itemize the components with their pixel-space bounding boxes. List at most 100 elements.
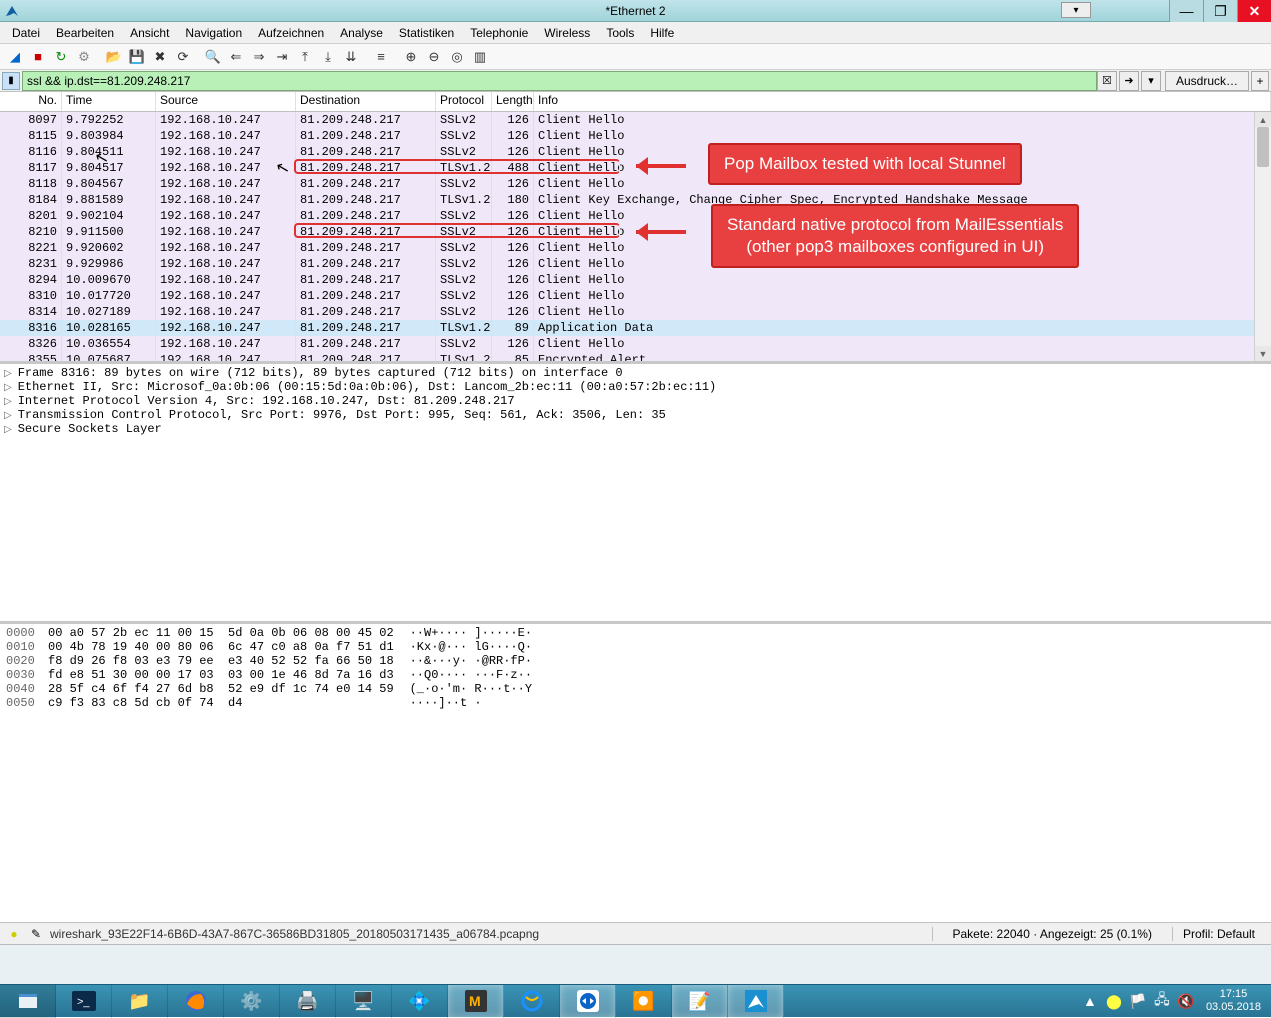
stop-capture-icon[interactable]: ■ — [27, 46, 49, 68]
menu-tools[interactable]: Tools — [598, 24, 642, 42]
menu-wireless[interactable]: Wireless — [536, 24, 598, 42]
packet-list-header[interactable]: No. Time Source Destination Protocol Len… — [0, 92, 1271, 112]
zoom-in-icon[interactable]: ⊕ — [400, 46, 422, 68]
column-header-destination[interactable]: Destination — [296, 92, 436, 111]
menu-telephonie[interactable]: Telephonie — [462, 24, 536, 42]
scroll-thumb[interactable] — [1257, 127, 1269, 167]
go-to-packet-icon[interactable]: ⇥ — [271, 46, 293, 68]
details-tree-item[interactable]: Transmission Control Protocol, Src Port:… — [4, 408, 1267, 422]
menu-navigation[interactable]: Navigation — [177, 24, 250, 42]
open-file-icon[interactable]: 📂 — [103, 46, 125, 68]
packet-row[interactable]: 82019.902104192.168.10.24781.209.248.217… — [0, 208, 1271, 224]
packet-row[interactable]: 831010.017720192.168.10.24781.209.248.21… — [0, 288, 1271, 304]
taskbar-app-4[interactable]: 💠 — [392, 985, 448, 1018]
bookmark-filter-icon[interactable]: ▮ — [2, 72, 20, 90]
taskbar-wireshark[interactable] — [728, 985, 784, 1018]
menu-analyse[interactable]: Analyse — [332, 24, 391, 42]
packet-row[interactable]: 835510.075687192.168.10.24781.209.248.21… — [0, 352, 1271, 364]
add-filter-button[interactable]: + — [1251, 71, 1269, 91]
menu-ansicht[interactable]: Ansicht — [122, 24, 177, 42]
tray-flag-icon[interactable]: 🏳️ — [1128, 991, 1148, 1011]
restart-capture-icon[interactable]: ↻ — [50, 46, 72, 68]
column-header-no[interactable]: No. — [0, 92, 62, 111]
menu-hilfe[interactable]: Hilfe — [642, 24, 682, 42]
hex-row[interactable]: 004028 5f c4 6f f4 27 6d b8 52 e9 df 1c … — [6, 682, 1265, 696]
expert-info-icon[interactable]: ✎ — [28, 926, 44, 942]
go-first-icon[interactable]: ⤒ — [294, 46, 316, 68]
column-header-time[interactable]: Time — [62, 92, 156, 111]
taskbar-app-2[interactable]: 🖨️ — [280, 985, 336, 1018]
menu-statistiken[interactable]: Statistiken — [391, 24, 462, 42]
details-tree-item[interactable]: Secure Sockets Layer — [4, 422, 1267, 436]
packet-row[interactable]: 82219.920602192.168.10.24781.209.248.217… — [0, 240, 1271, 256]
tray-clock[interactable]: 17:15 03.05.2018 — [1198, 988, 1269, 1014]
menu-datei[interactable]: Datei — [4, 24, 48, 42]
menu-aufzeichnen[interactable]: Aufzeichnen — [250, 24, 332, 42]
hex-row[interactable]: 000000 a0 57 2b ec 11 00 15 5d 0a 0b 06 … — [6, 626, 1265, 640]
hex-row[interactable]: 0020f8 d9 26 f8 03 e3 79 ee e3 40 52 52 … — [6, 654, 1265, 668]
column-header-info[interactable]: Info — [534, 92, 1271, 111]
zoom-reset-icon[interactable]: ◎ — [446, 46, 468, 68]
clear-filter-icon[interactable]: ☒ — [1097, 71, 1117, 91]
taskbar-teamviewer[interactable] — [560, 985, 616, 1018]
filter-history-icon[interactable]: ▾ — [1141, 71, 1161, 91]
save-file-icon[interactable]: 💾 — [126, 46, 148, 68]
packet-row[interactable]: 81159.803984192.168.10.24781.209.248.217… — [0, 128, 1271, 144]
packet-list-scrollbar[interactable]: ▲ ▼ — [1254, 112, 1271, 361]
taskbar-app-3[interactable]: 🖥️ — [336, 985, 392, 1018]
capture-options-icon[interactable]: ⚙ — [73, 46, 95, 68]
taskbar-explorer[interactable]: 📁 — [112, 985, 168, 1018]
close-file-icon[interactable]: ✖ — [149, 46, 171, 68]
scroll-down-icon[interactable]: ▼ — [1255, 346, 1271, 361]
taskbar-start-button[interactable] — [0, 985, 56, 1018]
packet-row[interactable]: 82319.929986192.168.10.24781.209.248.217… — [0, 256, 1271, 272]
packet-row[interactable]: 81189.804567192.168.10.24781.209.248.217… — [0, 176, 1271, 192]
packet-row[interactable]: 829410.009670192.168.10.24781.209.248.21… — [0, 272, 1271, 288]
tray-network-icon[interactable]: 🖧 — [1152, 991, 1172, 1011]
packet-row[interactable]: 831410.027189192.168.10.24781.209.248.21… — [0, 304, 1271, 320]
packet-row[interactable]: 831610.028165192.168.10.24781.209.248.21… — [0, 320, 1271, 336]
go-back-icon[interactable]: ⇐ — [225, 46, 247, 68]
display-filter-input[interactable] — [22, 71, 1097, 91]
resize-columns-icon[interactable]: ▥ — [469, 46, 491, 68]
hex-row[interactable]: 0050c9 f3 83 c8 5d cb 0f 74 d4 ····]··t … — [6, 696, 1265, 710]
taskbar-powershell[interactable]: >_ — [56, 985, 112, 1018]
close-button[interactable]: ✕ — [1237, 0, 1271, 22]
maximize-button[interactable]: ❐ — [1203, 0, 1237, 22]
taskbar-ie[interactable] — [504, 985, 560, 1018]
taskbar-notepad[interactable]: 📝 — [672, 985, 728, 1018]
packet-row[interactable]: 832610.036554192.168.10.24781.209.248.21… — [0, 336, 1271, 352]
scroll-up-icon[interactable]: ▲ — [1255, 112, 1271, 127]
column-header-length[interactable]: Length — [492, 92, 534, 111]
find-packet-icon[interactable]: 🔍 — [202, 46, 224, 68]
go-forward-icon[interactable]: ⇒ — [248, 46, 270, 68]
taskbar-app-1[interactable]: ⚙️ — [224, 985, 280, 1018]
tray-volume-icon[interactable]: 🔇 — [1176, 991, 1196, 1011]
zoom-out-icon[interactable]: ⊖ — [423, 46, 445, 68]
packet-row[interactable]: 80979.792252192.168.10.24781.209.248.217… — [0, 112, 1271, 128]
hex-row[interactable]: 0030fd e8 51 30 00 00 17 03 03 00 1e 46 … — [6, 668, 1265, 682]
taskbar-app-5[interactable]: ⏺️ — [616, 985, 672, 1018]
tray-icon[interactable]: ▲ — [1080, 991, 1100, 1011]
auto-scroll-icon[interactable]: ⇊ — [340, 46, 362, 68]
packet-bytes-pane[interactable]: 000000 a0 57 2b ec 11 00 15 5d 0a 0b 06 … — [0, 624, 1271, 894]
start-capture-icon[interactable]: ◢ — [4, 46, 26, 68]
column-header-source[interactable]: Source — [156, 92, 296, 111]
status-profile[interactable]: Profil: Default — [1172, 927, 1265, 941]
apply-filter-icon[interactable]: ➜ — [1119, 71, 1139, 91]
details-tree-item[interactable]: Internet Protocol Version 4, Src: 192.16… — [4, 394, 1267, 408]
go-last-icon[interactable]: ⤓ — [317, 46, 339, 68]
packet-row[interactable]: 81849.881589192.168.10.24781.209.248.217… — [0, 192, 1271, 208]
minimize-button[interactable]: — — [1169, 0, 1203, 22]
tray-icon[interactable]: ⬤ — [1104, 991, 1124, 1011]
details-tree-item[interactable]: Ethernet II, Src: Microsof_0a:0b:06 (00:… — [4, 380, 1267, 394]
packet-details-pane[interactable]: Frame 8316: 89 bytes on wire (712 bits),… — [0, 364, 1271, 624]
hex-row[interactable]: 001000 4b 78 19 40 00 80 06 6c 47 c0 a8 … — [6, 640, 1265, 654]
taskbar-firefox[interactable] — [168, 985, 224, 1018]
colorize-icon[interactable]: ≡ — [370, 46, 392, 68]
column-header-protocol[interactable]: Protocol — [436, 92, 492, 111]
title-dropdown[interactable]: ▾ — [1061, 2, 1091, 18]
taskbar-mobaxterm[interactable]: M — [448, 985, 504, 1018]
expression-button[interactable]: Ausdruck… — [1165, 71, 1249, 91]
reload-icon[interactable]: ⟳ — [172, 46, 194, 68]
